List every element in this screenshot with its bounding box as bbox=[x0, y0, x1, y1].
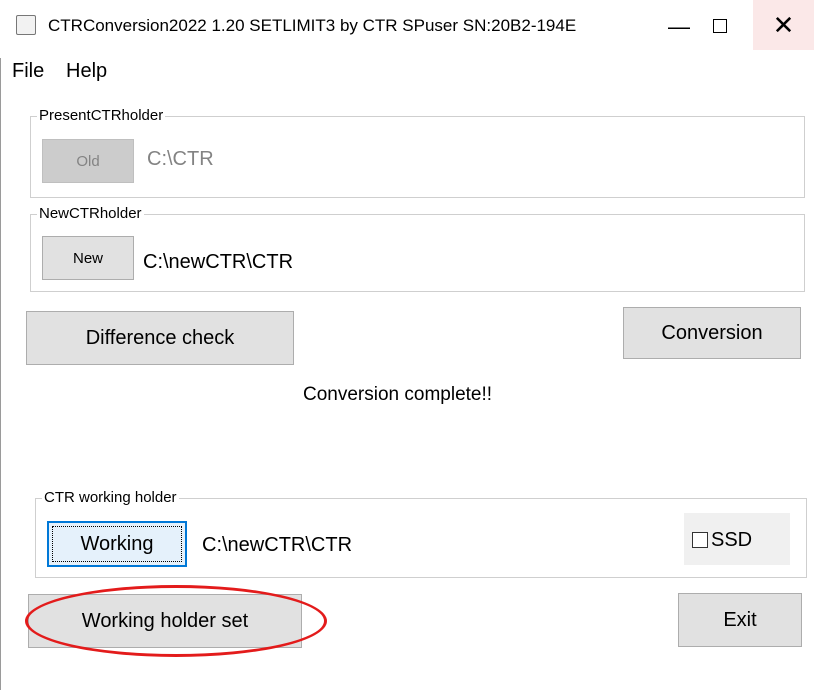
ssd-checkbox[interactable] bbox=[692, 532, 708, 548]
working-holder-set-button[interactable]: Working holder set bbox=[28, 594, 302, 648]
menu-help[interactable]: Help bbox=[66, 60, 107, 83]
maximize-icon bbox=[713, 19, 727, 33]
difference-check-button[interactable]: Difference check bbox=[26, 311, 294, 365]
title-bar[interactable]: CTRConversion2022 1.20 SETLIMIT3 by CTR … bbox=[0, 0, 814, 58]
conversion-button[interactable]: Conversion bbox=[623, 307, 801, 359]
menu-file[interactable]: File bbox=[12, 60, 44, 83]
window-title: CTRConversion2022 1.20 SETLIMIT3 by CTR … bbox=[48, 16, 577, 35]
working-button[interactable]: Working bbox=[47, 521, 187, 567]
new-holder-path: C:\newCTR\CTR bbox=[143, 251, 294, 273]
menu-bar: File Help bbox=[0, 58, 814, 88]
new-holder-legend: NewCTRholder bbox=[37, 205, 144, 222]
minimize-button[interactable]: — bbox=[660, 4, 698, 50]
working-holder-path: C:\newCTR\CTR bbox=[202, 534, 353, 556]
close-button[interactable]: ✕ bbox=[753, 0, 814, 50]
exit-button[interactable]: Exit bbox=[678, 593, 802, 647]
present-holder-legend: PresentCTRholder bbox=[37, 107, 166, 124]
window-left-border bbox=[0, 0, 1, 690]
ssd-label[interactable]: SSD bbox=[711, 529, 752, 552]
new-button[interactable]: New bbox=[42, 236, 134, 280]
maximize-button[interactable] bbox=[702, 4, 740, 50]
old-button[interactable]: Old bbox=[42, 139, 134, 183]
present-holder-path: C:\CTR bbox=[147, 148, 214, 170]
app-icon bbox=[16, 15, 36, 35]
working-holder-legend: CTR working holder bbox=[42, 489, 179, 506]
status-message: Conversion complete!! bbox=[303, 384, 493, 405]
